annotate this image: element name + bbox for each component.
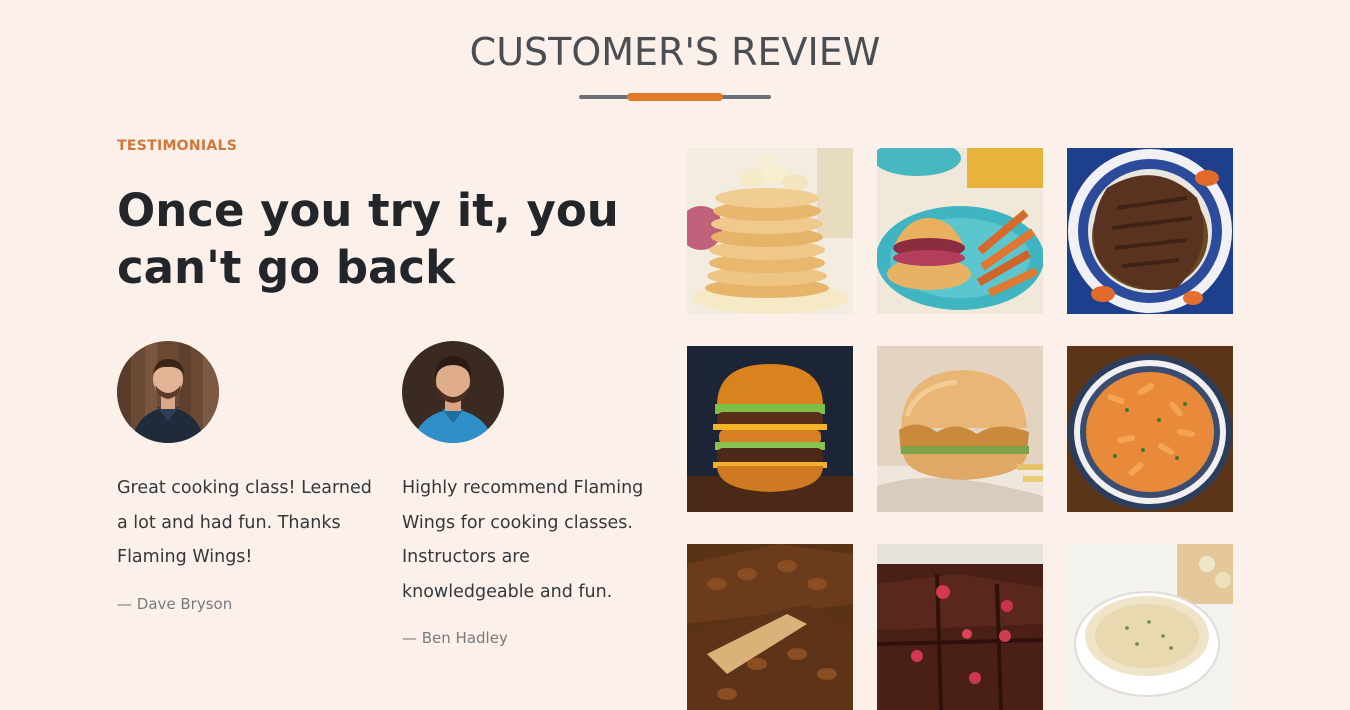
soup-bowl-photo[interactable] xyxy=(1067,544,1233,710)
section-title: CUSTOMER'S REVIEW xyxy=(469,30,881,74)
testimonial-author: — Dave Bryson xyxy=(117,594,233,613)
testimonial-quote: Highly recommend Flaming Wings for cooki… xyxy=(402,478,644,602)
pot-roast-photo[interactable] xyxy=(1067,148,1233,314)
testimonials-eyebrow: TESTIMONIALS xyxy=(117,138,238,154)
testimonial-quote: Great cooking class! Learned a lot and h… xyxy=(117,478,372,567)
avatar-dave-bryson xyxy=(117,341,219,443)
avatar-ben-hadley xyxy=(402,341,504,443)
pasta-bowl-photo[interactable] xyxy=(1067,346,1233,512)
testimonial-card-2: Highly recommend Flaming Wings for cooki… xyxy=(402,341,667,647)
title-underline-accent xyxy=(627,93,723,101)
pancakes-photo[interactable] xyxy=(687,148,853,314)
pecan-pie-photo[interactable] xyxy=(687,544,853,710)
testimonial-author: — Ben Hadley xyxy=(402,629,508,647)
double-burger-photo[interactable] xyxy=(687,346,853,512)
title-underline xyxy=(579,93,771,101)
testimonial-card-1: Great cooking class! Learned a lot and h… xyxy=(117,341,382,613)
brownies-photo[interactable] xyxy=(877,544,1043,710)
pulled-pork-sandwich-photo[interactable] xyxy=(877,148,1043,314)
chicken-sandwich-photo[interactable] xyxy=(877,346,1043,512)
headline: Once you try it, you can't go back xyxy=(117,184,619,294)
